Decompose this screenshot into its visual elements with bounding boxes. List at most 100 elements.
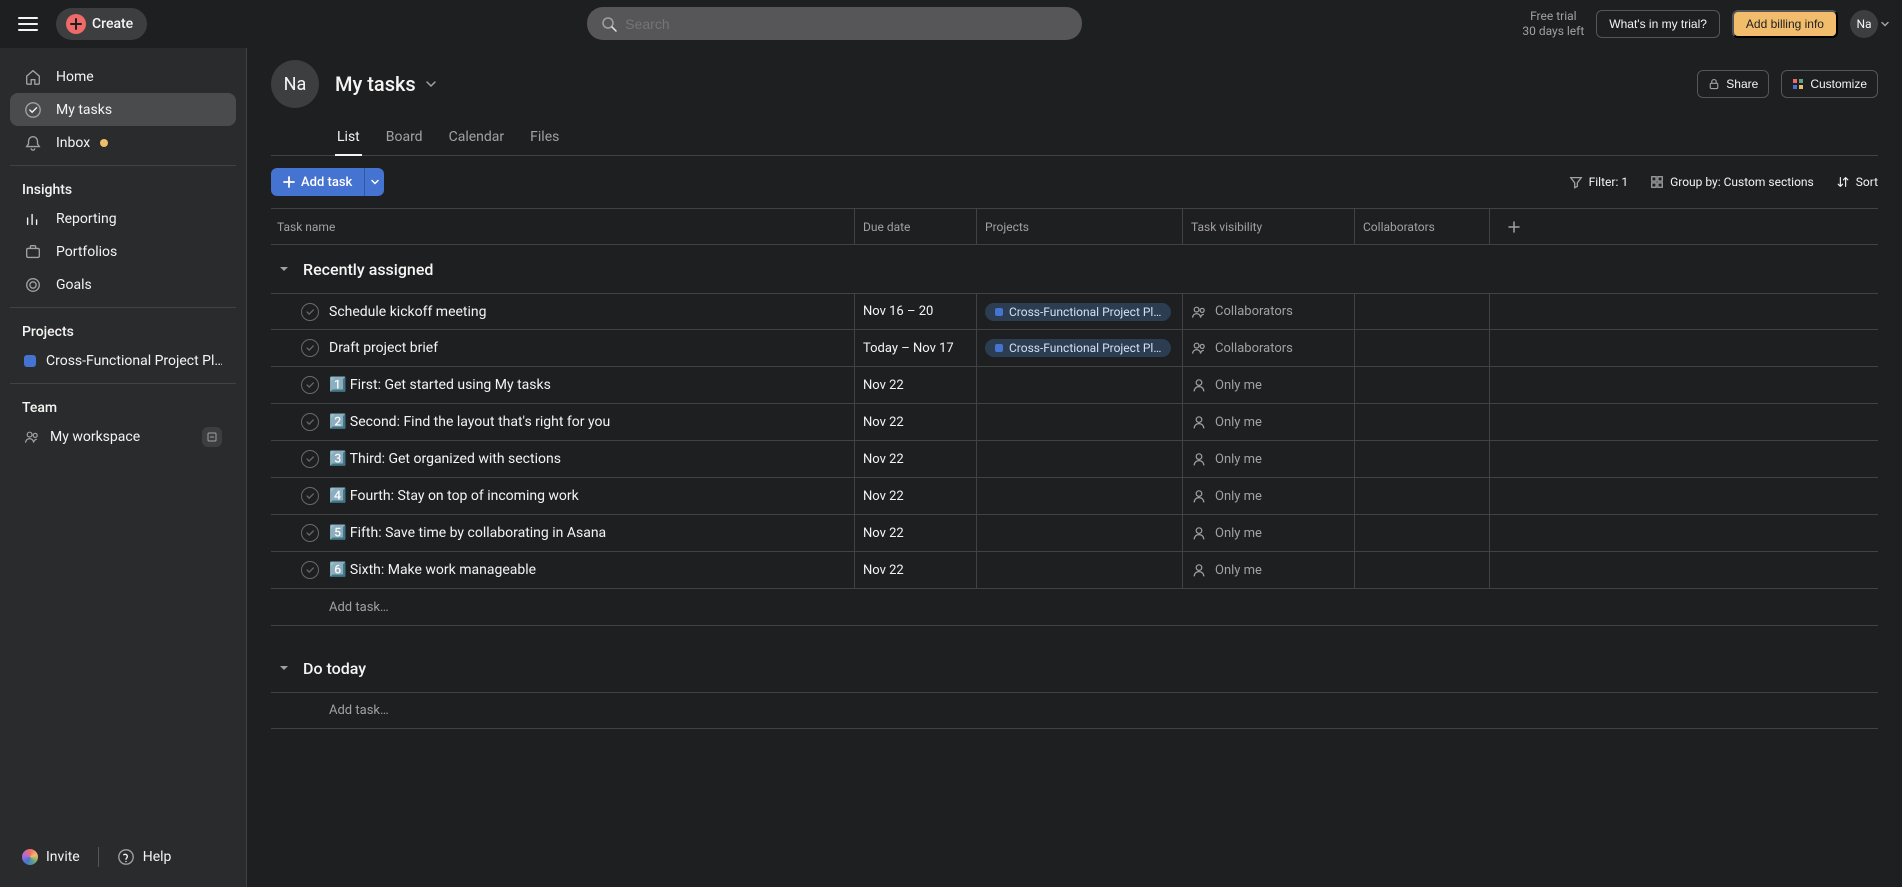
project-color-icon <box>995 308 1003 316</box>
task-complete-checkbox[interactable] <box>301 524 319 542</box>
add-task-label: Add task <box>301 175 352 190</box>
project-pill-label: Cross-Functional Project Pl… <box>1009 341 1161 355</box>
add-task-inline[interactable]: Add task… <box>271 589 1878 626</box>
check-circle-icon <box>24 101 42 119</box>
create-button[interactable]: Create <box>56 8 147 40</box>
tab-board[interactable]: Board <box>384 121 425 156</box>
share-button[interactable]: Share <box>1697 70 1769 98</box>
add-task-inline[interactable]: Add task… <box>271 692 1878 729</box>
sidebar-item-my-tasks[interactable]: My tasks <box>10 93 236 126</box>
table-row[interactable]: 1️⃣ First: Get started using My tasks Nov… <box>271 367 1878 404</box>
add-task-button[interactable]: Add task <box>271 168 364 196</box>
add-task-dropdown[interactable] <box>364 168 384 196</box>
filter-button[interactable]: Filter: 1 <box>1569 175 1628 189</box>
add-billing-button[interactable]: Add billing info <box>1732 10 1838 38</box>
column-header-collaborators[interactable]: Collaborators <box>1355 209 1490 244</box>
home-icon <box>24 68 42 86</box>
task-due[interactable]: Nov 22 <box>863 378 904 393</box>
section-label: Team <box>22 400 57 416</box>
project-pill[interactable]: Cross-Functional Project Pl… <box>985 339 1171 357</box>
task-name[interactable]: Draft project brief <box>329 340 438 356</box>
filter-icon <box>1569 175 1583 189</box>
task-name[interactable]: 4️⃣ Fourth: Stay on top of incoming work <box>329 488 579 504</box>
title-dropdown-icon[interactable] <box>424 77 438 91</box>
table-row[interactable]: 2️⃣ Second: Find the layout that's right… <box>271 404 1878 441</box>
sort-icon <box>1836 175 1850 189</box>
task-due[interactable]: Nov 22 <box>863 415 904 430</box>
section-title[interactable]: Recently assigned <box>303 260 433 279</box>
table-row[interactable]: 5️⃣ Fifth: Save time by collaborating in… <box>271 515 1878 552</box>
sidebar-project-item[interactable]: Cross-Functional Project Pl… <box>10 344 236 377</box>
sidebar-item-home[interactable]: Home <box>10 60 236 93</box>
sidebar-item-inbox[interactable]: Inbox <box>10 126 236 159</box>
task-name[interactable]: Schedule kickoff meeting <box>329 304 487 320</box>
filter-label: Filter: 1 <box>1589 175 1628 189</box>
section-title[interactable]: Do today <box>303 659 366 678</box>
tab-calendar[interactable]: Calendar <box>447 121 507 156</box>
divider <box>98 847 99 867</box>
sidebar-toggle[interactable] <box>12 8 44 40</box>
caret-down-icon <box>278 662 290 674</box>
avatar: Na <box>1850 10 1878 38</box>
table-row[interactable]: 4️⃣ Fourth: Stay on top of incoming work… <box>271 478 1878 515</box>
invite-label: Invite <box>46 849 80 865</box>
tab-files[interactable]: Files <box>528 121 561 156</box>
task-due[interactable]: Nov 22 <box>863 526 904 541</box>
task-name[interactable]: 2️⃣ Second: Find the layout that's right… <box>329 414 610 430</box>
task-complete-checkbox[interactable] <box>301 450 319 468</box>
task-name[interactable]: 5️⃣ Fifth: Save time by collaborating in… <box>329 525 606 541</box>
divider <box>10 383 236 384</box>
table-row[interactable]: 3️⃣ Third: Get organized with sections No… <box>271 441 1878 478</box>
task-complete-checkbox[interactable] <box>301 413 319 431</box>
search-input[interactable] <box>625 16 1068 32</box>
sidebar-item-goals[interactable]: Goals <box>10 268 236 301</box>
task-complete-checkbox[interactable] <box>301 339 319 357</box>
sidebar-item-label: Inbox <box>56 135 90 151</box>
column-header-visibility[interactable]: Task visibility <box>1183 209 1355 244</box>
section-collapse-toggle[interactable] <box>273 657 295 679</box>
task-complete-checkbox[interactable] <box>301 487 319 505</box>
column-header-name[interactable]: Task name <box>271 209 855 244</box>
task-due[interactable]: Nov 22 <box>863 452 904 467</box>
customize-button[interactable]: Customize <box>1781 70 1878 98</box>
search-box[interactable] <box>587 7 1082 40</box>
unread-dot-icon <box>100 139 108 147</box>
task-name[interactable]: 6️⃣ Sixth: Make work manageable <box>329 562 536 578</box>
user-menu[interactable]: Na <box>1850 10 1890 38</box>
table-row[interactable]: Schedule kickoff meeting Nov 16 – 20 Cross… <box>271 293 1878 330</box>
task-name[interactable]: 1️⃣ First: Get started using My tasks <box>329 377 551 393</box>
sidebar-section-team[interactable]: Team <box>0 390 246 420</box>
sort-button[interactable]: Sort <box>1836 175 1878 189</box>
task-complete-checkbox[interactable] <box>301 376 319 394</box>
sidebar-item-workspace[interactable]: My workspace <box>10 420 236 453</box>
task-due[interactable]: Nov 22 <box>863 563 904 578</box>
people-icon <box>1191 304 1207 320</box>
project-pill[interactable]: Cross-Functional Project Pl… <box>985 303 1171 321</box>
column-header-projects[interactable]: Projects <box>977 209 1183 244</box>
task-due[interactable]: Nov 22 <box>863 489 904 504</box>
sidebar-item-portfolios[interactable]: Portfolios <box>10 235 236 268</box>
task-complete-checkbox[interactable] <box>301 561 319 579</box>
add-column-button[interactable] <box>1490 209 1538 244</box>
column-header-due[interactable]: Due date <box>855 209 977 244</box>
person-icon <box>1191 488 1207 504</box>
person-icon <box>1191 562 1207 578</box>
sidebar-section-projects[interactable]: Projects <box>0 314 246 344</box>
invite-button[interactable]: Invite <box>22 849 80 865</box>
tab-list[interactable]: List <box>335 121 362 156</box>
sidebar-item-reporting[interactable]: Reporting <box>10 202 236 235</box>
whats-in-trial-button[interactable]: What's in my trial? <box>1596 10 1720 38</box>
task-due[interactable]: Nov 16 – 20 <box>863 304 933 319</box>
task-due[interactable]: Today – Nov 17 <box>863 341 954 356</box>
group-icon <box>1650 175 1664 189</box>
workspace-expand-icon[interactable] <box>202 427 222 447</box>
table-row[interactable]: Draft project brief Today – Nov 17 Cross-F… <box>271 330 1878 367</box>
page-avatar: Na <box>271 60 319 108</box>
task-complete-checkbox[interactable] <box>301 303 319 321</box>
sidebar-section-insights[interactable]: Insights <box>0 172 246 202</box>
group-button[interactable]: Group by: Custom sections <box>1650 175 1814 189</box>
task-name[interactable]: 3️⃣ Third: Get organized with sections <box>329 451 561 467</box>
help-button[interactable]: Help <box>117 848 172 866</box>
table-row[interactable]: 6️⃣ Sixth: Make work manageableNov 22Onl… <box>271 552 1878 589</box>
section-collapse-toggle[interactable] <box>273 258 295 280</box>
